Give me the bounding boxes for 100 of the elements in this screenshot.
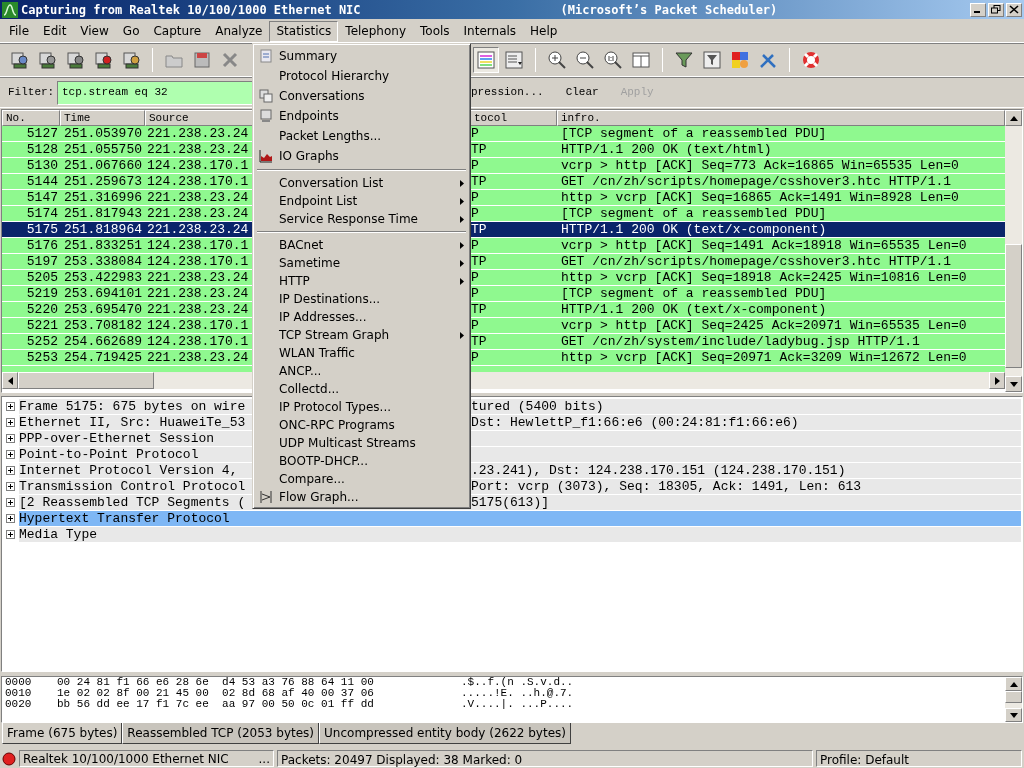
- table-cell-text: 251.259673: [63, 174, 143, 189]
- filter-label: Filter:: [8, 85, 56, 101]
- tree-row[interactable]: Hypertext Transfer Protocol: [19, 510, 1021, 526]
- table-cell-text: TP: [471, 142, 488, 157]
- tree-row[interactable]: Media Type: [19, 526, 1021, 542]
- more-indicator: ...: [258, 750, 270, 768]
- column-header[interactable]: Time: [60, 110, 145, 126]
- down-arrow-icon: [1009, 381, 1018, 387]
- menu-item[interactable]: Statistics: [269, 20, 339, 42]
- table-cell-text: HTTP/1.1 200 OK (text/x-component): [560, 222, 827, 237]
- hex-ascii: .....!E. ..h.@.7.: [461, 688, 574, 699]
- packet-counts: Packets: 20497 Displayed: 38 Marked: 0: [277, 750, 813, 767]
- menu-item[interactable]: Telephony: [338, 20, 413, 42]
- table-cell-text: [TCP segment of a reassembled PDU]: [560, 286, 827, 301]
- table-cell-text: vcrp > http [ACK] Seq=2425 Ack=20971 Win=65535 Len=0: [560, 318, 967, 333]
- expand-icon[interactable]: [6, 513, 15, 523]
- menu-item[interactable]: Edit: [36, 20, 74, 42]
- menu-item[interactable]: Conversation List: [253, 174, 470, 192]
- menu-item[interactable]: Summary: [253, 46, 470, 66]
- table-cell-text: 124.238.170.1: [146, 318, 250, 333]
- table-cell-text: 124.238.170.1: [146, 254, 250, 269]
- hex-bytes: 00 24 81 f1 66 e6 28 6e d4 53 a3 76 88 64 11 00: [57, 677, 375, 688]
- table-cell-text: 251.817943: [63, 206, 143, 221]
- table-cell-text: 5147: [25, 190, 59, 205]
- table-cell-text: 221.238.23.24: [146, 142, 250, 157]
- table-cell-text: 5175: [25, 222, 59, 237]
- vertical-scrollbar[interactable]: [1005, 110, 1022, 392]
- table-cell-text: 221.238.23.24: [146, 286, 250, 301]
- column-header[interactable]: tocol: [470, 110, 557, 126]
- column-header[interactable]: Source: [145, 110, 254, 126]
- capture-status-icon: [2, 751, 16, 766]
- menu-item[interactable]: IP Protocol Types...: [253, 398, 470, 416]
- table-cell-text: 5221: [25, 318, 59, 333]
- menu-item[interactable]: Help: [523, 20, 565, 42]
- close-button[interactable]: [1006, 2, 1022, 17]
- table-cell-text: 5205: [25, 270, 59, 285]
- menu-item[interactable]: Tools: [413, 20, 457, 42]
- hex-bytes: bb 56 dd ee 17 f1 7c ee aa 97 00 50 0c 01 ff dd: [57, 699, 375, 710]
- table-cell-text: 221.238.23.24: [146, 126, 250, 141]
- table-cell-text: P: [471, 206, 480, 221]
- table-cell-text: GET /cn/zh/scripts/homepage/csshover3.htc HTTP/1.1: [560, 254, 952, 269]
- filter-button[interactable]: Clear: [565, 84, 599, 101]
- column-header[interactable]: No.: [2, 110, 60, 126]
- up-arrow-icon: [1009, 115, 1018, 121]
- menu-item[interactable]: Collectd...: [253, 380, 470, 398]
- expand-icon[interactable]: [6, 449, 15, 459]
- submenu-arrow-icon: [460, 241, 464, 249]
- table-cell-text: 5220: [25, 302, 59, 317]
- table-cell-text: 5127: [25, 126, 59, 141]
- table-cell-text: 251.818964: [63, 222, 143, 237]
- menu-item[interactable]: Sametime: [253, 254, 470, 272]
- expand-icon[interactable]: [6, 497, 15, 507]
- vertical-scrollbar[interactable]: [1005, 677, 1022, 722]
- close-icon: [1009, 5, 1019, 14]
- tab[interactable]: Frame (675 bytes): [2, 723, 123, 744]
- table-cell-text: http > vcrp [ACK] Seq=18918 Ack=2425 Win=10816 Len=0: [560, 270, 967, 285]
- table-cell-text: GET /cn/zh/scripts/homepage/csshover3.htc HTTP/1.1: [560, 174, 952, 189]
- table-cell-text: 124.238.170.1: [146, 238, 250, 253]
- table-cell-text: 5144: [25, 174, 59, 189]
- window-title: Capturing from Realtek 10/100/1000 Ethernet NIC: [21, 1, 361, 19]
- tab[interactable]: Reassembled TCP (2053 bytes): [122, 723, 320, 744]
- expand-icon[interactable]: [6, 481, 15, 491]
- menu-item[interactable]: File: [2, 20, 37, 42]
- table-cell-text: 221.238.23.24: [146, 350, 250, 365]
- submenu-arrow-icon: [460, 179, 464, 187]
- filter-button[interactable]: pression...: [471, 84, 544, 101]
- expand-icon[interactable]: [6, 529, 15, 539]
- menu-item[interactable]: Analyze: [208, 20, 270, 42]
- hex-offset: 0020: [5, 699, 33, 710]
- right-arrow-icon: [994, 376, 1000, 385]
- restore-button[interactable]: [988, 2, 1004, 17]
- table-cell-text: 124.238.170.1: [146, 158, 250, 173]
- column-header[interactable]: infro.: [557, 110, 1005, 126]
- colorize-icon[interactable]: [473, 47, 499, 73]
- table-cell-text: 5128: [25, 142, 59, 157]
- table-cell-text: 251.053970: [63, 126, 143, 141]
- menu-item[interactable]: Internals: [456, 20, 524, 42]
- menu-item[interactable]: Go: [115, 20, 147, 42]
- menu-item[interactable]: Endpoints: [253, 106, 470, 126]
- app-icon: [2, 1, 18, 18]
- table-cell-text: TP: [471, 334, 488, 349]
- menu-item[interactable]: BACnet: [253, 236, 470, 254]
- minimize-button[interactable]: [970, 2, 986, 17]
- table-cell-text: 253.695470: [63, 302, 143, 317]
- tab[interactable]: Uncompressed entity body (2622 bytes): [319, 723, 571, 744]
- table-cell-text: TP: [471, 222, 488, 237]
- expand-icon[interactable]: [6, 465, 15, 475]
- table-cell-text: 5252: [25, 334, 59, 349]
- expand-icon[interactable]: [6, 417, 15, 427]
- table-cell-text: 221.238.23.24: [146, 270, 250, 285]
- table-cell-text: 251.833251: [63, 238, 143, 253]
- table-cell-text: vcrp > http [ACK] Seq=1491 Ack=18918 Win=65535 Len=0: [560, 238, 967, 253]
- menu-item[interactable]: View: [73, 20, 116, 42]
- expand-icon[interactable]: [6, 401, 15, 411]
- table-cell-text: P: [471, 350, 480, 365]
- expand-icon[interactable]: [6, 433, 15, 443]
- table-cell-text: vcrp > http [ACK] Seq=773 Ack=16865 Win=65535 Len=0: [560, 158, 959, 173]
- menu-item[interactable]: Capture: [146, 20, 209, 42]
- table-cell-text: GET /cn/zh/system/include/ladybug.jsp HTTP/1.1: [560, 334, 920, 349]
- monitor-icon: [259, 109, 273, 123]
